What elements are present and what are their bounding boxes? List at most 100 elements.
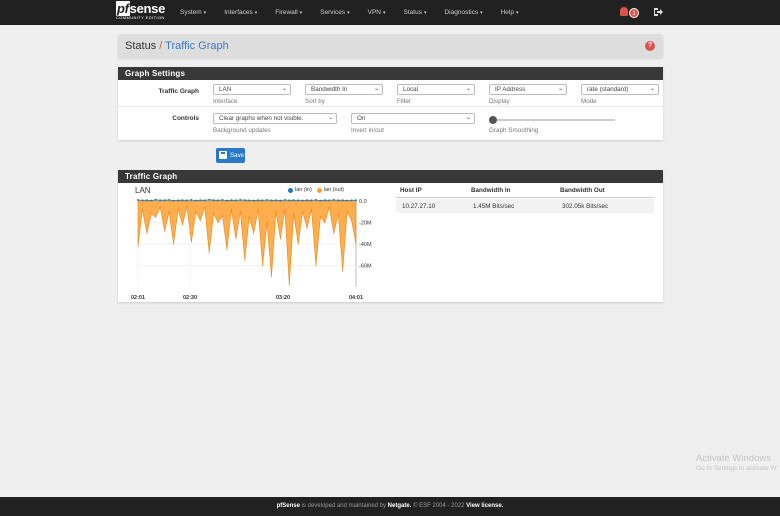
series-in-point <box>288 199 291 202</box>
chevron-down-icon: ▾ <box>480 10 483 16</box>
sort-by-value: Bandwidth In <box>311 86 348 93</box>
menu-interfaces-label: Interfaces <box>224 9 253 16</box>
series-out-point <box>257 209 259 211</box>
save-button[interactable]: Save <box>216 148 245 163</box>
footer-license-link[interactable]: View license. <box>466 503 503 509</box>
y-tick-label: 0.0 <box>359 199 367 205</box>
logout-icon[interactable] <box>653 7 663 17</box>
series-out-point <box>333 232 335 234</box>
background-updates-select[interactable]: Clear graphs when not visible. ⌄ <box>213 113 337 124</box>
series-out-point <box>239 211 241 213</box>
series-in-point <box>225 199 228 202</box>
series-out-point <box>230 209 232 211</box>
menu-vpn[interactable]: VPN ▾ <box>368 9 386 16</box>
help-icon[interactable]: ? <box>645 41 655 51</box>
series-out-point <box>266 222 268 223</box>
graph-settings-heading: Graph Settings <box>118 67 663 80</box>
page-title-bar: Status / Traffic Graph ? <box>118 34 663 58</box>
series-in-point <box>199 199 202 202</box>
series-out-point <box>186 205 188 207</box>
smoothing-slider-track[interactable] <box>490 119 615 121</box>
breadcrumb-current[interactable]: Traffic Graph <box>165 40 229 52</box>
col-bandwidth-in: Bandwidth In <box>471 187 511 194</box>
invert-value: On <box>357 115 366 122</box>
sort-by-select[interactable]: Bandwidth In ⌄ <box>305 84 383 95</box>
series-in-point <box>270 199 273 202</box>
series-out-point <box>275 211 277 213</box>
menu-help[interactable]: Help ▾ <box>501 9 519 16</box>
interface-select[interactable]: LAN ⌄ <box>213 84 291 95</box>
series-in-point <box>350 199 353 202</box>
series-out-point <box>297 243 299 245</box>
page-footer: pfSense is developed and maintained by N… <box>0 497 780 516</box>
series-in-point <box>172 199 175 202</box>
col-bandwidth-out: Bandwidth Out <box>560 187 605 194</box>
pfsense-logo[interactable]: pfsense COMMUNITY EDITION <box>116 1 165 21</box>
top-navbar: pfsense COMMUNITY EDITION System ▾ Interf… <box>0 0 780 25</box>
chevron-down-icon: ▾ <box>383 10 386 16</box>
filter-select[interactable]: Local ⌄ <box>397 84 475 95</box>
series-out-point <box>262 265 264 266</box>
footer-company-link[interactable]: Netgate. <box>388 503 412 509</box>
footer-text-1: is developed and maintained by <box>299 503 388 509</box>
chevron-down-icon: ⌄ <box>557 86 563 92</box>
x-tick-label: 04:01 <box>349 295 363 301</box>
series-in-point <box>163 199 166 202</box>
series-out-point <box>337 213 339 215</box>
graph-smoothing-help: Graph Smoothing <box>489 127 539 134</box>
series-out-point <box>311 209 313 211</box>
display-help: Display <box>489 98 510 105</box>
series-out-point <box>351 219 353 221</box>
series-in-point <box>190 199 193 201</box>
bell-icon <box>620 7 628 16</box>
series-out-point <box>177 209 179 211</box>
save-label: Save <box>230 152 245 159</box>
chevron-down-icon: ▾ <box>254 10 258 16</box>
notifications-button[interactable]: 1 <box>620 7 640 19</box>
menu-interfaces[interactable]: Interfaces ▾ <box>224 9 257 16</box>
series-out-point <box>204 206 206 208</box>
series-out-point <box>141 209 143 211</box>
menu-diagnostics[interactable]: Diagnostics ▾ <box>444 9 482 16</box>
series-in-point <box>150 199 153 202</box>
menu-firewall[interactable]: Firewall ▾ <box>275 9 302 16</box>
invert-select[interactable]: On ⌄ <box>351 113 475 124</box>
series-in-line <box>137 199 357 202</box>
menu-services-label: Services <box>320 9 346 16</box>
series-in-point <box>208 198 211 201</box>
series-in-point <box>252 199 255 202</box>
series-out-point <box>302 211 304 213</box>
display-select[interactable]: IP Address ⌄ <box>489 84 567 95</box>
series-in-point <box>154 198 157 201</box>
series-out-point <box>346 211 348 213</box>
menu-services[interactable]: Services ▾ <box>320 9 349 16</box>
activate-windows-title: Activate Windows <box>696 453 771 464</box>
series-in-point <box>145 199 148 202</box>
series-in-point <box>292 199 295 202</box>
series-out-point <box>137 245 139 247</box>
breadcrumb-parent: Status <box>125 40 157 52</box>
activate-windows-subtitle: Go to Settings to activate W <box>696 465 777 472</box>
mode-select[interactable]: rate (standard) ⌄ <box>581 84 659 95</box>
series-out-point <box>248 216 250 218</box>
menu-diagnostics-label: Diagnostics <box>444 9 479 16</box>
series-out-point <box>270 275 272 277</box>
filter-value: Local <box>403 86 419 93</box>
series-out-point <box>213 213 215 215</box>
footer-text-2: © ESF 2004 - 2022 <box>411 503 467 509</box>
smoothing-slider-handle[interactable] <box>489 116 497 124</box>
series-in-point <box>341 199 344 202</box>
chevron-down-icon: ⌄ <box>649 86 655 92</box>
x-tick-label: 03:20 <box>276 295 290 301</box>
controls-row: Controls Clear graphs when not visible. ⌄… <box>118 107 663 140</box>
menu-status[interactable]: Status ▾ <box>404 9 427 16</box>
chevron-down-icon: ▾ <box>203 10 207 16</box>
series-in-point <box>203 199 206 202</box>
series-out-point <box>195 211 197 213</box>
mode-value: rate (standard) <box>587 86 629 93</box>
chevron-down-icon: ⌄ <box>327 115 333 121</box>
series-in-point <box>239 199 242 201</box>
series-in-point <box>323 199 326 202</box>
menu-system[interactable]: System ▾ <box>180 9 206 16</box>
series-out-point <box>199 219 201 221</box>
